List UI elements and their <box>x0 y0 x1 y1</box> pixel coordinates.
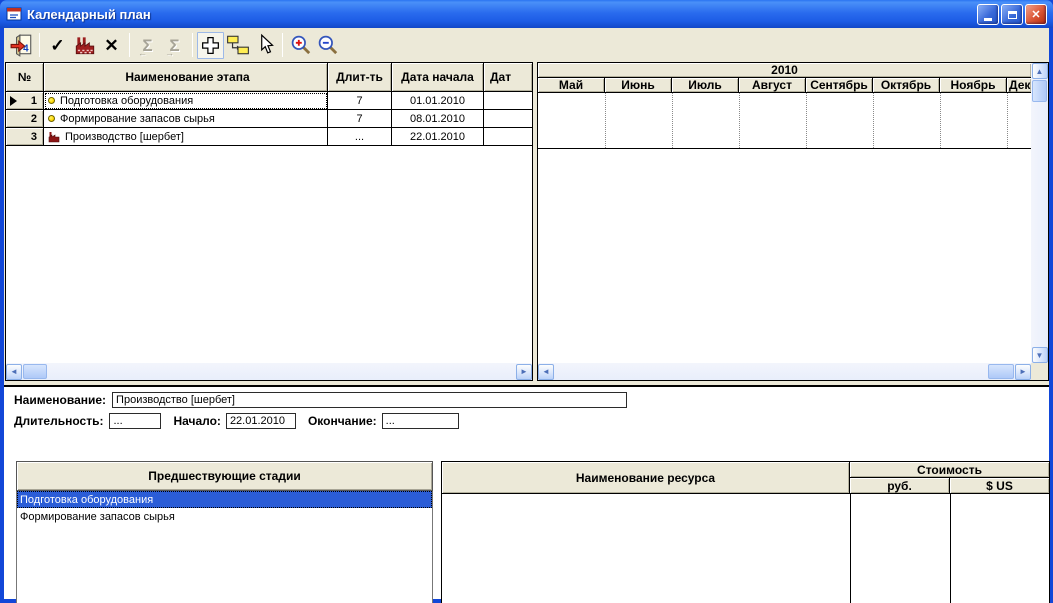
exit-icon: 4 <box>10 34 31 57</box>
factory-icon <box>75 37 94 55</box>
toolbar-separator <box>39 33 40 57</box>
window-title: Календарный план <box>27 6 151 22</box>
toolbar: 4 ✓ ✕ Σ ← Σ → <box>4 28 1049 62</box>
delete-icon: ✕ <box>104 35 119 55</box>
stage-table: № Наименование этапа Длит-ть Дата начала… <box>5 62 533 381</box>
check-icon: ✓ <box>50 35 65 55</box>
plus-icon <box>202 36 219 54</box>
factory-button[interactable] <box>71 32 98 59</box>
gantt-chart-area[interactable] <box>538 93 1031 363</box>
month-cell: Август <box>739 78 806 93</box>
scroll-right-icon[interactable]: ► <box>516 363 532 380</box>
zoom-out-icon <box>318 35 337 55</box>
cost-rub-header: руб. <box>850 478 950 494</box>
confirm-button[interactable]: ✓ <box>44 32 71 59</box>
name-label: Наименование: <box>14 393 107 407</box>
scroll-left-icon[interactable]: ◄ <box>538 363 554 380</box>
scrollbar-thumb[interactable] <box>1032 80 1047 102</box>
gantt-panel: 2010 Май Июнь Июль Август Сентябрь Октяб… <box>537 62 1049 381</box>
start-field[interactable] <box>225 413 296 429</box>
sum-prev-button[interactable]: Σ ← <box>134 32 161 59</box>
toolbar-separator <box>129 33 130 57</box>
minimize-button[interactable] <box>977 4 999 25</box>
stage-hscrollbar[interactable]: ◄ ► <box>6 363 532 380</box>
scrollbar-thumb[interactable] <box>23 364 47 379</box>
stage-table-header: № Наименование этапа Длит-ть Дата начала… <box>6 63 532 92</box>
table-row[interactable]: 2 Формирование запасов сырья 7 08.01.201… <box>6 110 532 128</box>
close-button[interactable]: ✕ <box>1025 4 1047 25</box>
month-cell: Сентябрь <box>806 78 873 93</box>
delete-button[interactable]: ✕ <box>98 32 125 59</box>
close-icon: ✕ <box>1031 9 1041 21</box>
maximize-button[interactable] <box>1001 4 1023 25</box>
add-stage-button[interactable] <box>197 31 224 59</box>
month-cell: Ноябрь <box>940 78 1007 93</box>
column-header-duration: Длит-ть <box>328 63 392 92</box>
column-header-end: Дат <box>484 63 532 92</box>
cost-usd-header: $ US <box>950 478 1049 494</box>
table-row[interactable]: 1 Подготовка оборудования 7 01.01.2010 <box>6 92 532 110</box>
table-row[interactable]: 3 Производство [шербет] ... 22.01.2010 <box>6 128 532 146</box>
resource-name-header: Наименование ресурса <box>442 462 850 494</box>
maximize-icon <box>1007 10 1017 19</box>
current-row-marker <box>10 96 17 106</box>
pointer-button[interactable] <box>251 32 278 59</box>
month-cell: Июнь <box>605 78 672 93</box>
month-cell: Июль <box>672 78 739 93</box>
start-label: Начало: <box>173 414 221 428</box>
link-stages-button[interactable] <box>224 32 251 59</box>
month-cell: Октябрь <box>873 78 940 93</box>
sum-next-button[interactable]: Σ → <box>161 32 188 59</box>
gantt-vscrollbar[interactable]: ▲ ▼ <box>1031 63 1048 363</box>
svg-text:4: 4 <box>23 44 29 55</box>
link-stages-icon <box>226 35 249 55</box>
scroll-left-icon[interactable]: ◄ <box>6 363 22 380</box>
cost-header: Стоимость <box>850 462 1049 478</box>
titlebar[interactable]: Календарный план ✕ <box>0 0 1053 28</box>
duration-field[interactable] <box>109 413 162 429</box>
stage-dot-icon <box>48 115 55 122</box>
gantt-month-header: Май Июнь Июль Август Сентябрь Октябрь Но… <box>538 78 1031 93</box>
toolbar-separator <box>192 33 193 57</box>
list-item[interactable]: Формирование запасов сырья <box>17 508 432 525</box>
details-panel: Наименование: Длительность: Начало: Окон… <box>4 387 1050 603</box>
scroll-down-icon[interactable]: ▼ <box>1031 347 1048 363</box>
end-label: Окончание: <box>307 414 377 428</box>
predecessors-list[interactable]: Подготовка оборудования Формирование зап… <box>16 491 433 603</box>
end-field[interactable] <box>381 413 459 429</box>
stage-dot-icon <box>48 97 55 104</box>
gantt-rows-bottom-line <box>538 148 1031 149</box>
zoom-in-icon <box>291 35 310 55</box>
scroll-right-icon[interactable]: ► <box>1015 363 1031 380</box>
column-header-num: № <box>6 63 44 92</box>
column-header-start: Дата начала <box>392 63 484 92</box>
name-field[interactable] <box>112 392 628 408</box>
predecessors-header: Предшествующие стадии <box>16 461 433 491</box>
pointer-icon <box>260 33 274 54</box>
app-icon <box>6 6 22 22</box>
zoom-out-button[interactable] <box>314 32 341 59</box>
scroll-up-icon[interactable]: ▲ <box>1031 63 1048 79</box>
resources-table: Наименование ресурса Стоимость руб. $ US <box>441 461 1050 603</box>
scrollbar-thumb[interactable] <box>988 364 1014 379</box>
toolbar-separator <box>282 33 283 57</box>
gantt-hscrollbar[interactable]: ◄ ► <box>538 363 1031 380</box>
gantt-year-header: 2010 <box>538 63 1031 78</box>
column-header-name: Наименование этапа <box>44 63 328 92</box>
month-cell: Дек <box>1007 78 1031 93</box>
scrollbar-corner <box>1031 363 1048 380</box>
duration-label: Длительность: <box>14 414 104 428</box>
app-window: Календарный план ✕ 4 ✓ ✕ Σ ← Σ → № Наиме… <box>0 0 1053 603</box>
list-item[interactable]: Подготовка оборудования <box>17 491 432 508</box>
minimize-icon <box>984 17 992 21</box>
production-icon <box>48 131 60 142</box>
exit-button[interactable]: 4 <box>8 32 35 59</box>
month-cell: Май <box>538 78 605 93</box>
zoom-in-button[interactable] <box>287 32 314 59</box>
